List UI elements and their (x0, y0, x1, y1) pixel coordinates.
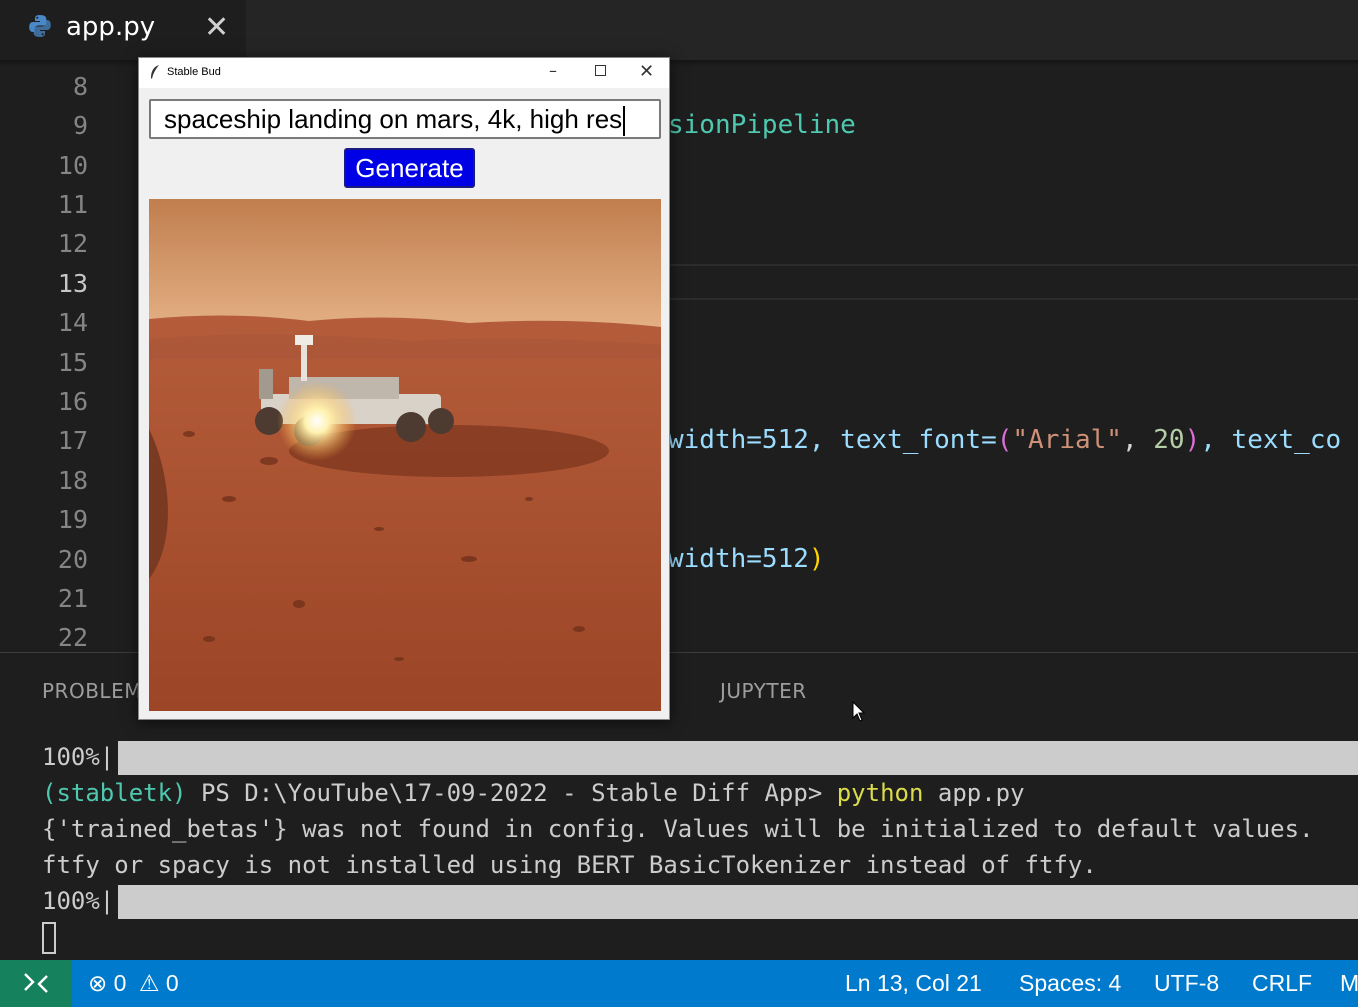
line-number-active: 13 (57, 269, 88, 298)
line-number: 9 (72, 111, 88, 140)
editor-tab-bar: app.py ✕ (0, 0, 1358, 60)
code-token: 20 (1153, 425, 1185, 455)
line-number: 8 (72, 72, 88, 101)
code-token: ) (808, 544, 825, 574)
code-line-20: width=512) (668, 544, 825, 574)
window-title: Stable Bud (167, 66, 221, 78)
code-token: , text_co (1200, 425, 1342, 455)
error-icon: ⊗ (88, 970, 108, 996)
warning-icon: ⚠ (138, 970, 160, 996)
line-number: 15 (57, 348, 88, 377)
current-line-highlight-bottom (668, 298, 1358, 300)
tab-jupyter[interactable]: JUPYTER (720, 679, 807, 703)
status-bar: ⊗ 0 ⚠ 0 Ln 13, Col 21 Spaces: 4 UTF-8 CR… (0, 960, 1358, 1007)
code-token: ) (1184, 425, 1201, 455)
line-ending[interactable]: CRLF (1252, 970, 1312, 997)
prompt-input[interactable]: spaceship landing on mars, 4k, high res (149, 99, 661, 139)
minimize-icon[interactable]: – (549, 61, 557, 80)
line-number: 11 (57, 190, 88, 219)
line-number: 22 (57, 623, 88, 652)
generate-button[interactable]: Generate (344, 148, 475, 188)
remote-indicator[interactable] (0, 960, 72, 1007)
line-number: 12 (57, 229, 88, 258)
error-count: 0 (113, 970, 127, 996)
language-mode[interactable]: M (1340, 970, 1358, 997)
code-token: "Arial" (1012, 425, 1122, 455)
line-number: 14 (57, 308, 88, 337)
terminal-progress-1: 100%| (42, 743, 115, 771)
code-token: , (1121, 425, 1154, 455)
encoding[interactable]: UTF-8 (1154, 970, 1219, 997)
line-number: 21 (57, 584, 88, 613)
window-titlebar[interactable]: Stable Bud – ✕ (139, 58, 669, 88)
code-token: width=512 (668, 544, 809, 574)
tab-app-py[interactable]: app.py ✕ (0, 0, 246, 60)
code-line-9: sionPipeline (668, 110, 856, 140)
cursor-position[interactable]: Ln 13, Col 21 (845, 970, 982, 997)
line-number: 19 (57, 505, 88, 534)
terminal-output-line: ftfy or spacy is not installed using BER… (42, 851, 1097, 879)
maximize-icon[interactable] (595, 65, 606, 76)
prompt-path: PS D:\YouTube\17-09-2022 - Stable Diff A… (186, 779, 837, 807)
command-name: python (836, 779, 924, 807)
mouse-pointer-icon (852, 701, 866, 722)
prompt-text: spaceship landing on mars, 4k, high res (164, 104, 623, 134)
tab-label: app.py (66, 12, 156, 42)
line-number: 10 (57, 151, 88, 180)
terminal-cursor (42, 922, 56, 954)
line-number: 18 (57, 466, 88, 495)
code-line-17: width=512, text_font=("Arial", 20), text… (668, 425, 1341, 455)
mars-rover-image (149, 199, 661, 711)
current-line-highlight-top (668, 264, 1358, 266)
problems-indicator[interactable]: ⊗ 0 ⚠ 0 (88, 970, 179, 997)
code-token: width=512, text_font= (668, 425, 997, 455)
warning-count: 0 (165, 970, 179, 996)
text-caret (623, 106, 626, 137)
close-icon[interactable]: ✕ (204, 10, 229, 45)
line-number: 20 (57, 545, 88, 574)
generated-image (149, 199, 661, 711)
stable-bud-window: Stable Bud – ✕ spaceship landing on mars… (138, 57, 670, 720)
window-close-icon[interactable]: ✕ (639, 61, 654, 82)
remote-icon (24, 973, 48, 993)
python-icon (29, 15, 51, 37)
terminal-prompt-line: (stabletk) PS D:\YouTube\17-09-2022 - St… (42, 779, 1025, 807)
conda-env: (stabletk) (42, 779, 187, 807)
code-token: ( (996, 425, 1013, 455)
progress-bar-fill (118, 741, 1358, 775)
feather-icon (151, 65, 159, 79)
indentation[interactable]: Spaces: 4 (1019, 970, 1121, 997)
line-number: 16 (57, 387, 88, 416)
progress-bar-fill (118, 885, 1358, 919)
command-args: app.py (923, 779, 1025, 807)
terminal-output-line: {'trained_betas'} was not found in confi… (42, 815, 1314, 843)
line-number: 17 (57, 426, 88, 455)
terminal-progress-2: 100%| (42, 887, 115, 915)
